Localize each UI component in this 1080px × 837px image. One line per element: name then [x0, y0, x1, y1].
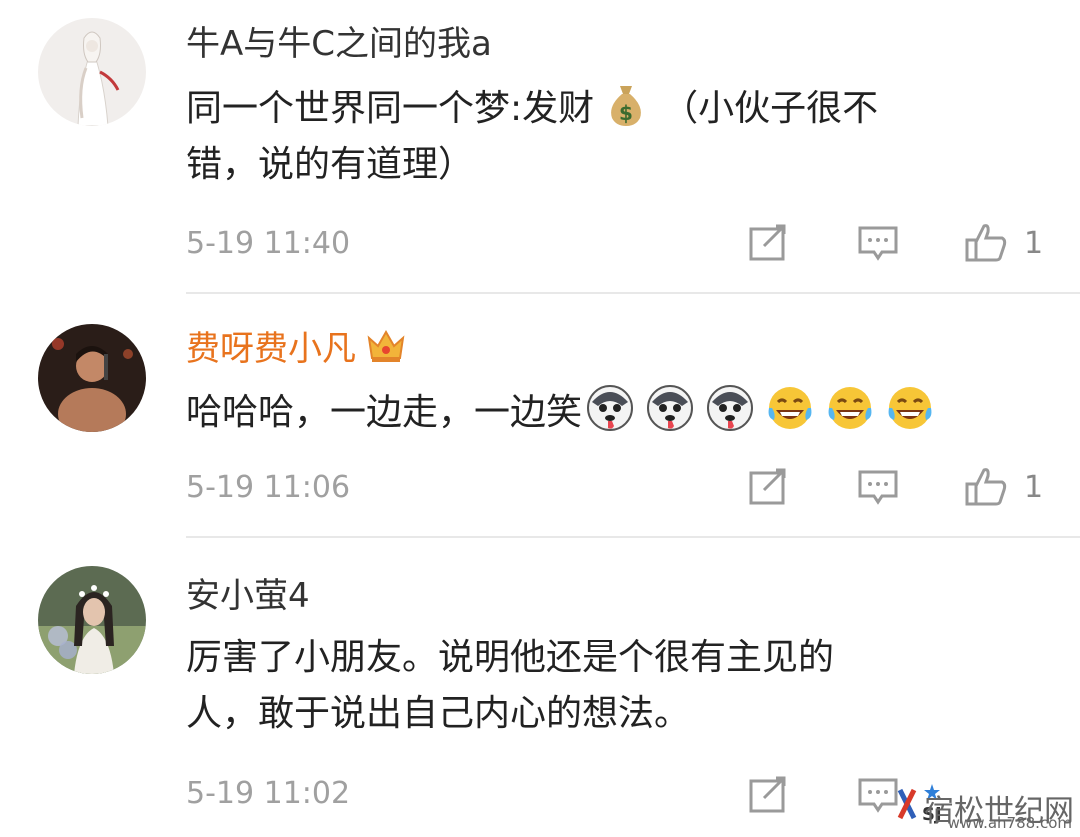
- comment-text-line: 人，敢于说出自己内心的想法。: [186, 693, 691, 734]
- comment-text-line: 哈哈哈，一边走，一边笑: [186, 384, 1026, 441]
- comment-divider: [186, 292, 1080, 294]
- reply-comment-icon[interactable]: [856, 772, 900, 816]
- user-avatar[interactable]: [38, 18, 146, 126]
- laugh-cry-emoji-icon: [886, 384, 934, 432]
- comment-text-part: （小伙子很不: [662, 88, 879, 129]
- comment-username[interactable]: 牛A与牛C之间的我a: [186, 24, 492, 64]
- repost-icon[interactable]: [746, 772, 790, 816]
- comment-text-line: 厉害了小朋友。说明他还是个很有主见的: [186, 637, 835, 678]
- comment-text-line: 同一个世界同一个梦:发财 $ （小伙子很不: [186, 80, 1026, 137]
- watermark-url: www.ah788.com: [947, 814, 1072, 832]
- user-avatar[interactable]: [38, 566, 146, 674]
- like-thumb-icon[interactable]: [964, 220, 1008, 264]
- comment-text: 哈哈哈，一边走，一边笑: [186, 384, 1026, 441]
- comment-text: 厉害了小朋友。说明他还是个很有主见的 人，敢于说出自己内心的想法。: [186, 630, 1026, 742]
- like-thumb-icon[interactable]: [964, 464, 1008, 508]
- comment-actions: 1: [0, 220, 1080, 270]
- reply-comment-icon[interactable]: [856, 464, 900, 508]
- user-avatar[interactable]: [38, 324, 146, 432]
- comment-actions: 1: [0, 464, 1080, 514]
- repost-icon[interactable]: [746, 464, 790, 508]
- repost-icon[interactable]: [746, 220, 790, 264]
- comment-username-text: 费呀费小凡: [186, 329, 356, 369]
- money-bag-emoji-icon: $: [602, 80, 650, 128]
- comment-text-part: 同一个世界同一个梦:发财: [186, 88, 595, 129]
- comment-username[interactable]: 费呀费小凡: [186, 328, 406, 369]
- comment-text-part: 哈哈哈，一边走，一边笑: [186, 392, 583, 433]
- laugh-cry-emoji-icon: [766, 384, 814, 432]
- vip-crown-icon: [366, 328, 406, 364]
- comment-divider: [186, 536, 1080, 538]
- comment-username[interactable]: 安小萤4: [186, 576, 310, 616]
- svg-text:$: $: [619, 101, 633, 125]
- laugh-cry-emoji-icon: [826, 384, 874, 432]
- reply-comment-icon[interactable]: [856, 220, 900, 264]
- like-count: 1: [1024, 470, 1044, 505]
- comment-text: 同一个世界同一个梦:发财 $ （小伙子很不 错，说的有道理）: [186, 80, 1026, 193]
- comment-text-line: 错，说的有道理）: [186, 144, 475, 185]
- husky-emoji-icon: [586, 384, 634, 432]
- husky-emoji-icon: [706, 384, 754, 432]
- like-count: 1: [1024, 226, 1044, 261]
- husky-emoji-icon: [646, 384, 694, 432]
